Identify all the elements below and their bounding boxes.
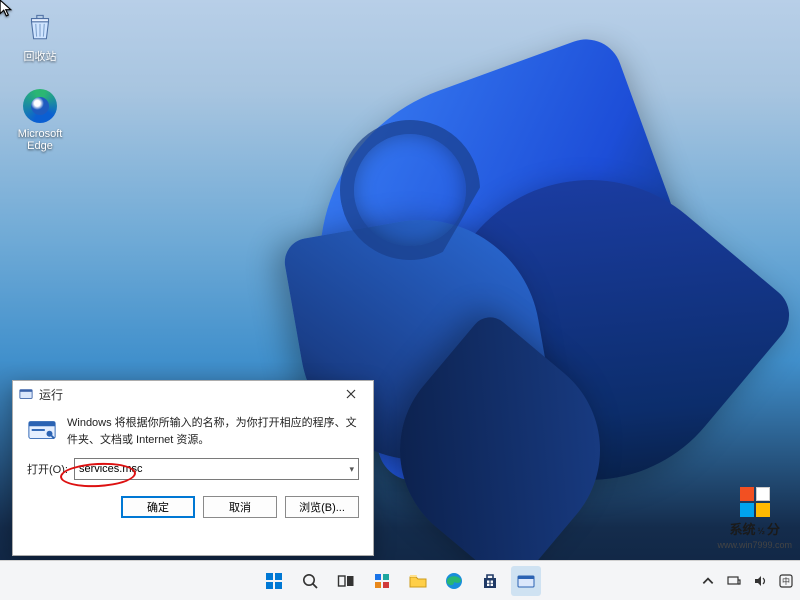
cancel-button[interactable]: 取消 (203, 496, 277, 518)
task-view-button[interactable] (331, 566, 361, 596)
open-label: 打开(O): (27, 461, 68, 477)
run-description: Windows 将根据你所输入的名称，为你打开相应的程序、文件夹、文档或 Int… (67, 415, 359, 448)
watermark-logo-icon (740, 487, 770, 517)
run-title-text: 运行 (39, 386, 63, 403)
taskbar-center (259, 566, 541, 596)
desktop: 回收站 Microsoft Edge 运行 Windows 将根据你所输入的名称… (0, 0, 800, 600)
run-taskbar-button[interactable] (511, 566, 541, 596)
network-icon[interactable] (726, 573, 742, 589)
open-value: services.msc (79, 463, 143, 475)
chevron-down-icon[interactable]: ▾ (349, 464, 354, 475)
tray-chevron-up-icon[interactable] (700, 573, 716, 589)
file-explorer-button[interactable] (403, 566, 433, 596)
open-combobox[interactable]: services.msc ▾ (74, 458, 359, 480)
run-app-icon (27, 415, 57, 445)
run-title-icon (19, 387, 33, 401)
store-button[interactable] (475, 566, 505, 596)
edge-browser-icon[interactable]: Microsoft Edge (6, 88, 74, 152)
watermark-url: www.win7999.com (717, 540, 792, 550)
start-button[interactable] (259, 566, 289, 596)
svg-text:中: 中 (782, 576, 790, 586)
run-titlebar[interactable]: 运行 (13, 381, 373, 407)
volume-icon[interactable] (752, 573, 768, 589)
ime-icon[interactable]: 中 (778, 573, 794, 589)
taskbar: 中 (0, 560, 800, 600)
system-tray: 中 (700, 573, 794, 589)
recycle-bin-icon[interactable]: 回收站 (6, 8, 74, 64)
browse-button[interactable]: 浏览(B)... (285, 496, 359, 518)
close-button[interactable] (335, 383, 367, 405)
search-button[interactable] (295, 566, 325, 596)
recycle-bin-label: 回收站 (6, 48, 74, 64)
edge-taskbar-button[interactable] (439, 566, 469, 596)
ok-button[interactable]: 确定 (121, 496, 195, 518)
run-dialog: 运行 Windows 将根据你所输入的名称，为你打开相应的程序、文件夹、文档或 … (12, 380, 374, 556)
widgets-button[interactable] (367, 566, 397, 596)
watermark-brand: 系统½分 (729, 519, 780, 538)
watermark: 系统½分 www.win7999.com (715, 483, 794, 554)
edge-label: Microsoft Edge (6, 128, 74, 152)
